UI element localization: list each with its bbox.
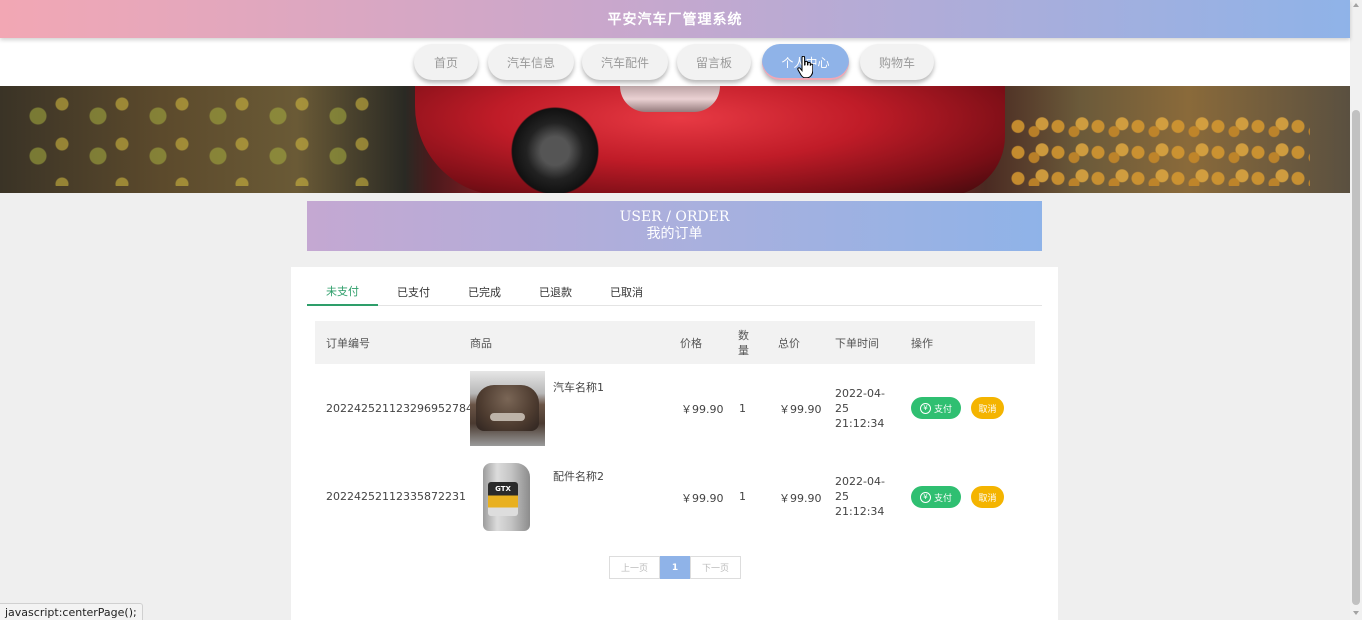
section-header: USER / ORDER 我的订单: [307, 201, 1042, 251]
app-title: 平安汽车厂管理系统: [607, 12, 743, 28]
price: ￥99.90: [681, 403, 724, 416]
vertical-scrollbar[interactable]: [1350, 0, 1362, 620]
scroll-down-arrow-icon[interactable]: [1353, 611, 1359, 615]
tab-refunded[interactable]: 已退款: [520, 277, 591, 306]
nav-shopping-cart[interactable]: 购物车: [860, 44, 934, 80]
order-number: 20224252112335872231: [326, 490, 466, 503]
pay-button-label: 支付: [933, 493, 952, 504]
tab-unpaid[interactable]: 未支付: [307, 277, 378, 306]
price: ￥99.90: [681, 492, 724, 505]
scroll-up-arrow-icon[interactable]: [1353, 3, 1359, 7]
table-row: 20224252112335872231 GTX 配件名称2 ￥99.90 1 …: [315, 453, 1035, 541]
total-price: ￥99.90: [779, 403, 822, 416]
pay-button[interactable]: ¥ 支付: [911, 397, 961, 419]
col-product: 商品: [470, 336, 492, 350]
nav-car-info[interactable]: 汽车信息: [488, 44, 574, 80]
cancel-button[interactable]: 取消: [971, 397, 1004, 419]
hero-banner-image: [0, 86, 1350, 193]
yen-circle-icon: ¥: [919, 402, 931, 414]
title-bar: 平安汽车厂管理系统: [0, 0, 1350, 38]
quantity: 1: [739, 490, 746, 503]
section-title-en: USER / ORDER: [619, 209, 730, 225]
product-image-oil: GTX: [470, 460, 545, 535]
order-time: 2022-04-25 21:12:34: [835, 475, 885, 518]
nav-message-board[interactable]: 留言板: [677, 44, 751, 80]
scroll-thumb[interactable]: [1352, 110, 1360, 605]
product-image-car: [470, 371, 545, 446]
quantity: 1: [739, 402, 746, 415]
col-total: 总价: [778, 336, 800, 350]
order-time: 2022-04-25 21:12:34: [835, 387, 885, 430]
hand-pointer-cursor-icon: [797, 56, 813, 78]
col-order-no: 订单编号: [326, 336, 370, 350]
table-header: 订单编号 商品 价格 数量 总价 下单时间 操作: [315, 321, 1035, 364]
browser-status-bar: javascript:centerPage();: [0, 603, 143, 620]
page-1-button[interactable]: 1: [660, 556, 690, 579]
pay-button[interactable]: ¥ 支付: [911, 486, 961, 508]
pagination: 上一页 1 下一页: [609, 556, 741, 579]
nav-home[interactable]: 首页: [414, 44, 478, 80]
prev-page-button[interactable]: 上一页: [609, 556, 660, 579]
product-name[interactable]: 汽车名称1: [553, 379, 604, 395]
section-title-cn: 我的订单: [646, 226, 703, 242]
nav-car-parts[interactable]: 汽车配件: [582, 44, 668, 80]
col-price: 价格: [680, 336, 702, 350]
cancel-button[interactable]: 取消: [971, 486, 1004, 508]
table-row: 20224252112329695278‌4 汽车名称1 ￥99.90 1 ￥9…: [315, 364, 1035, 452]
next-page-button[interactable]: 下一页: [690, 556, 741, 579]
col-qty: 数量: [738, 328, 749, 357]
order-number: 20224252112329695278‌4: [326, 402, 473, 415]
yen-circle-icon: ¥: [919, 491, 931, 503]
pay-button-label: 支付: [933, 404, 952, 415]
tab-completed[interactable]: 已完成: [449, 277, 520, 306]
col-order-time: 下单时间: [835, 336, 879, 350]
nav-bar: 首页 汽车信息 汽车配件 留言板 个人中心 购物车: [0, 38, 1350, 86]
total-price: ￥99.90: [779, 492, 822, 505]
orders-panel: 未支付 已支付 已完成 已退款 已取消 订单编号 商品 价格 数量 总价 下单时…: [291, 267, 1058, 620]
col-action: 操作: [911, 336, 933, 350]
order-status-tabs: 未支付 已支付 已完成 已退款 已取消: [307, 277, 1042, 306]
tab-paid[interactable]: 已支付: [378, 277, 449, 306]
product-name[interactable]: 配件名称2: [553, 468, 604, 484]
tab-cancelled[interactable]: 已取消: [591, 277, 662, 306]
